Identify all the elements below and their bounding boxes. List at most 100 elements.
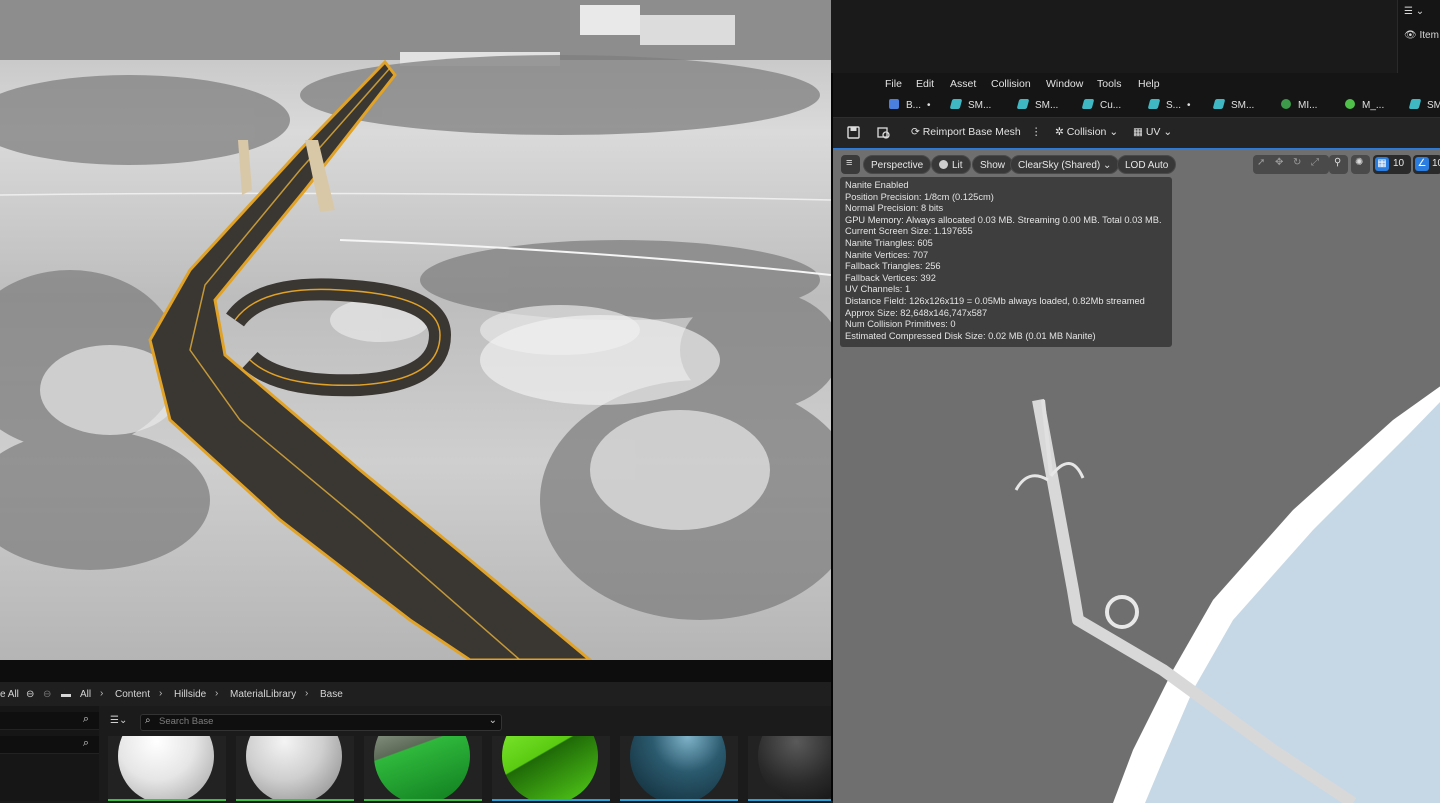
visibility-eye-icon[interactable]: 👁 (1404, 30, 1417, 41)
unsaved-dot: • (1187, 100, 1191, 111)
asset-search-input[interactable]: ⌕ Search Base ⌄ (140, 714, 502, 731)
sources-search-row[interactable]: ⌕ (0, 712, 99, 730)
asset-tab[interactable]: SM... (1016, 99, 1064, 111)
material-thumbnail[interactable] (364, 736, 482, 801)
lit-mode-button[interactable]: Lit (931, 155, 971, 174)
reimport-base-mesh-button[interactable]: ⟳ Reimport Base Mesh (911, 126, 1021, 138)
menu-collision[interactable]: Collision (991, 78, 1031, 90)
save-icon[interactable] (847, 126, 860, 139)
asset-tab[interactable]: SM... (1212, 99, 1260, 111)
filter-dropdown-icon[interactable]: ☰⌄ (110, 715, 127, 726)
static-mesh-icon (1408, 99, 1422, 109)
content-browser-header (0, 660, 831, 682)
editor-toolbar: ⟳ Reimport Base Mesh ⋮ ✲ Collision ⌄ ▦ U… (833, 117, 1440, 149)
scene-render (0, 0, 831, 660)
show-button[interactable]: Show (972, 155, 1014, 174)
stat-line: Nanite Vertices: 707 (845, 249, 929, 260)
lod-dropdown[interactable]: LOD Auto (1117, 155, 1177, 174)
chevron-right-icon: › (215, 688, 219, 699)
outliner-item-column[interactable]: 👁 Item (1404, 30, 1439, 41)
search-icon[interactable]: ⌕ (83, 737, 89, 750)
translate-icon[interactable]: ✥ (1275, 157, 1283, 168)
material-thumbnail[interactable] (748, 736, 831, 801)
asset-tab[interactable]: SM (1408, 99, 1440, 111)
stat-line: Normal Precision: 8 bits (845, 203, 944, 214)
user-icon (889, 99, 899, 109)
lit-sphere-icon (939, 160, 948, 169)
asset-tab-label: M_... (1362, 100, 1385, 111)
stat-line: Nanite Enabled (845, 180, 909, 190)
asset-tab-label: Cu... (1100, 100, 1122, 111)
stat-line: Current Screen Size: 1.197655 (845, 226, 973, 237)
material-icon (1345, 99, 1355, 109)
stat-line: Fallback Triangles: 256 (845, 261, 941, 272)
filter-icon[interactable]: ☰ ⌄ (1404, 6, 1424, 17)
menu-help[interactable]: Help (1138, 78, 1160, 90)
chevron-down-icon[interactable]: ⌄ (489, 715, 497, 726)
collision-dropdown[interactable]: ✲ Collision ⌄ (1055, 126, 1118, 138)
static-mesh-icon (1147, 99, 1161, 109)
stat-line: Fallback Vertices: 392 (845, 272, 936, 283)
breadcrumb-hillside[interactable]: Hillside (174, 689, 206, 700)
asset-tab[interactable]: MI... (1281, 99, 1323, 111)
asset-tab[interactable]: S... • (1147, 99, 1191, 111)
chevron-right-icon: › (159, 688, 163, 699)
material-thumbnail[interactable] (108, 736, 226, 801)
breadcrumb-all[interactable]: All (80, 689, 91, 700)
menu-file[interactable]: File (885, 78, 902, 90)
perspective-button[interactable]: Perspective (863, 155, 932, 174)
menu-bar: File Edit Asset Collision Window Tools H… (833, 73, 1440, 95)
scale-icon[interactable]: ⤢ (1311, 157, 1319, 168)
search-icon[interactable]: ⌕ (83, 713, 89, 726)
asset-tab[interactable]: M_... (1345, 99, 1390, 111)
material-thumbnail[interactable] (236, 736, 354, 801)
breadcrumb-content[interactable]: Content (115, 689, 150, 700)
chevron-down-icon: ⌄ (1109, 126, 1119, 138)
collections-search-row[interactable]: ⌕ (0, 736, 99, 754)
asset-tabs: B... • SM... SM... Cu... S... • SM... MI... M_...… (833, 95, 1440, 117)
material-preview-sphere (758, 736, 831, 801)
asset-tab-label: SM (1427, 100, 1440, 111)
folder-icon: ▬ (61, 689, 71, 700)
material-thumbnail[interactable] (620, 736, 738, 801)
menu-edit[interactable]: Edit (916, 78, 934, 90)
material-preview-sphere (630, 736, 726, 801)
select-icon[interactable]: ➚ (1257, 157, 1265, 168)
stat-line: UV Channels: 1 (845, 284, 911, 295)
grid-snap-toggle[interactable]: ▦ 10 (1373, 155, 1411, 174)
history-back-icon[interactable]: ⊖ (26, 689, 34, 700)
chevron-right-icon: › (305, 688, 309, 699)
stat-line: GPU Memory: Always allocated 0.03 MB. St… (845, 214, 1162, 225)
chevron-down-icon: ⌄ (1163, 126, 1173, 138)
menu-tools[interactable]: Tools (1097, 78, 1122, 90)
material-thumbnail[interactable] (492, 736, 610, 801)
history-forward-icon[interactable]: ⊖ (43, 689, 51, 700)
stat-line: Num Collision Primitives: 0 (845, 319, 956, 330)
mesh-preview-viewport[interactable]: ≡ Perspective Lit Show ClearSky (Shared)… (833, 148, 1440, 803)
browse-asset-icon[interactable] (877, 126, 890, 139)
asset-tab[interactable]: B... • (889, 99, 931, 111)
breadcrumb-material-library[interactable]: MaterialLibrary (230, 689, 296, 700)
chevron-right-icon: › (100, 688, 104, 699)
breadcrumb-base[interactable]: Base (320, 689, 343, 700)
rotate-icon[interactable]: ↻ (1293, 157, 1301, 168)
stat-line: Estimated Compressed Disk Size: 0.02 MB … (845, 330, 1096, 341)
content-browser: e All ⊖ ⊖ ▬ All › Content › Hillside › M… (0, 660, 831, 801)
more-options-icon[interactable]: ⋮ (1031, 126, 1042, 138)
level-viewport[interactable] (0, 0, 831, 660)
menu-window[interactable]: Window (1046, 78, 1083, 90)
hamburger-icon: ≡ (846, 157, 853, 169)
static-mesh-icon (949, 99, 963, 109)
uv-dropdown[interactable]: ▦ UV ⌄ (1133, 126, 1172, 138)
grid-snap-icon: ▦ (1375, 157, 1389, 171)
surface-snap-icon[interactable]: ⚲ (1329, 155, 1348, 174)
save-all-label[interactable]: e All (0, 689, 19, 700)
viewport-menu-button[interactable]: ≡ (841, 155, 860, 174)
menu-asset[interactable]: Asset (950, 78, 976, 90)
world-local-icon[interactable]: ✺ (1351, 155, 1370, 174)
stat-line: Position Precision: 1/8cm (0.125cm) (845, 191, 994, 202)
asset-tab[interactable]: SM... (949, 99, 997, 111)
asset-tab[interactable]: Cu... (1081, 99, 1127, 111)
sky-preset-dropdown[interactable]: ClearSky (Shared) ⌄ (1010, 155, 1120, 174)
rotation-snap-toggle[interactable]: ∠ 10 (1413, 155, 1440, 174)
